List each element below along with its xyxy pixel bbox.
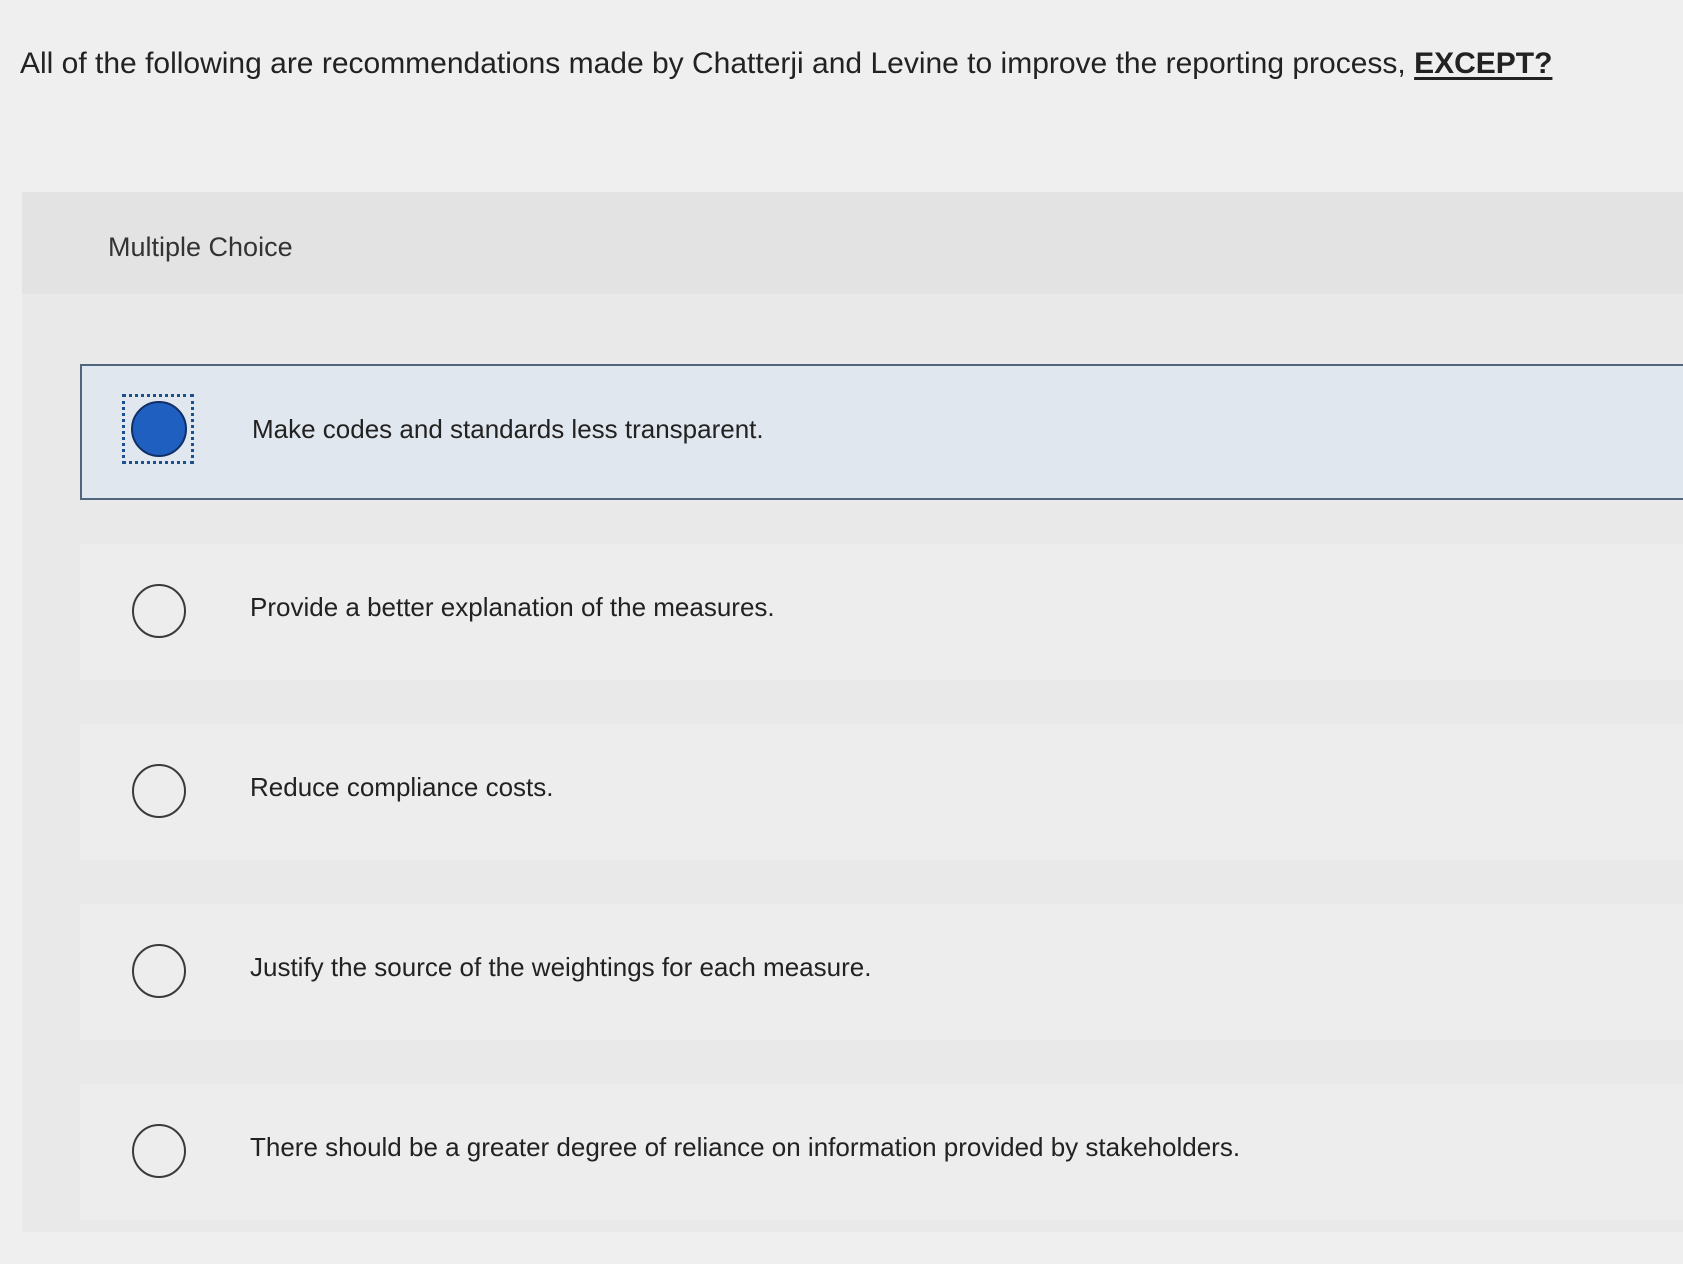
options-list: Make codes and standards less transparen… <box>80 364 1683 1264</box>
option-e[interactable]: There should be a greater degree of reli… <box>80 1084 1683 1220</box>
radio-unselected-icon[interactable] <box>132 584 186 638</box>
option-d[interactable]: Justify the source of the weightings for… <box>80 904 1683 1040</box>
multiple-choice-panel: Multiple Choice Make codes and standards… <box>22 192 1683 1232</box>
option-c[interactable]: Reduce compliance costs. <box>80 724 1683 860</box>
question-emphasis: EXCEPT? <box>1414 47 1553 80</box>
option-label: Reduce compliance costs. <box>250 772 554 802</box>
panel-title: Multiple Choice <box>108 232 293 262</box>
question-body: All of the following are recommendations… <box>20 47 1406 80</box>
option-b[interactable]: Provide a better explanation of the meas… <box>80 544 1683 680</box>
option-label: There should be a greater degree of reli… <box>250 1132 1241 1162</box>
radio-unselected-icon[interactable] <box>132 764 186 818</box>
option-label: Justify the source of the weightings for… <box>250 952 872 982</box>
radio-selected-icon[interactable] <box>131 401 187 457</box>
radio-unselected-icon[interactable] <box>132 944 186 998</box>
question-text: All of the following are recommendations… <box>20 44 1660 84</box>
radio-unselected-icon[interactable] <box>132 1124 186 1178</box>
option-a[interactable]: Make codes and standards less transparen… <box>80 364 1683 500</box>
option-label: Make codes and standards less transparen… <box>252 414 764 444</box>
radio-focus-ring <box>122 394 194 464</box>
option-label: Provide a better explanation of the meas… <box>250 592 775 622</box>
panel-header: Multiple Choice <box>22 192 1683 294</box>
